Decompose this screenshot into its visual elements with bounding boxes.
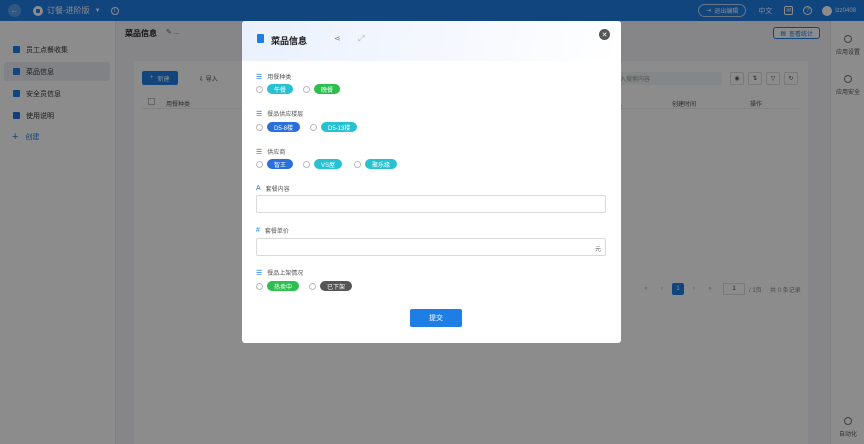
radio-button[interactable]: [256, 85, 263, 93]
dialog-header: 菜品信息 ⋖ ⤢: [242, 21, 621, 61]
share-icon[interactable]: ⋖: [334, 34, 341, 43]
radio-button[interactable]: [310, 123, 317, 131]
option-tag: VS屋: [314, 159, 343, 169]
radio-button[interactable]: [303, 160, 310, 168]
single-select-icon: ☰: [256, 110, 263, 118]
meal-type-option-dinner[interactable]: 晚餐: [303, 84, 341, 94]
field-label-text: 餐品上架情况: [267, 271, 304, 277]
listing-status-option-off-shelf[interactable]: 已下架: [309, 281, 353, 291]
single-select-icon: ☰: [256, 269, 263, 277]
radio-button[interactable]: [256, 282, 263, 290]
expand-icon[interactable]: ⤢: [358, 34, 364, 44]
text-icon: A: [256, 185, 261, 192]
option-tag: 聚乐缘: [365, 159, 398, 169]
supplier-option-1[interactable]: 智王: [256, 159, 294, 169]
option-tag: 智王: [267, 159, 294, 169]
listing-status-option-on-sale[interactable]: 热卖中: [256, 281, 300, 291]
package-content-label: A 套餐内容: [256, 184, 290, 193]
option-tag: D5-13楼: [321, 122, 358, 132]
supplier-label: ☰ 供应商: [256, 147, 286, 157]
supplier-option-3[interactable]: 聚乐缘: [354, 159, 398, 169]
supplier-floor-option-13[interactable]: D5-13楼: [310, 122, 358, 132]
supplier-floor-option-8[interactable]: D5-8楼: [256, 122, 301, 132]
field-label-text: 用餐种类: [267, 75, 292, 81]
option-tag: D5-8楼: [267, 122, 301, 132]
dish-info-dialog: 菜品信息 ⋖ ⤢ ✕ ☰ 用餐种类 午餐 晚餐 ☰ 餐品供应楼层 D5-8楼 D…: [242, 21, 621, 343]
option-tag: 热卖中: [267, 281, 300, 291]
option-tag: 已下架: [320, 281, 353, 291]
field-label-text: 餐品供应楼层: [267, 112, 304, 118]
radio-button[interactable]: [256, 123, 263, 131]
number-icon: #: [256, 227, 260, 234]
single-select-icon: ☰: [256, 73, 263, 81]
meal-type-label: ☰ 用餐种类: [256, 72, 292, 82]
supplier-option-2[interactable]: VS屋: [303, 159, 343, 169]
dialog-title: 菜品信息: [271, 36, 308, 46]
radio-button[interactable]: [303, 85, 310, 93]
meal-type-option-lunch[interactable]: 午餐: [256, 84, 294, 94]
field-label-text: 套餐单价: [264, 229, 289, 235]
package-price-input[interactable]: 元: [256, 238, 606, 256]
radio-button[interactable]: [256, 160, 263, 168]
close-icon[interactable]: ✕: [599, 29, 610, 40]
option-tag: 午餐: [267, 84, 294, 94]
price-unit: 元: [594, 247, 601, 253]
listing-status-label: ☰ 餐品上架情况: [256, 268, 304, 278]
radio-button[interactable]: [309, 282, 316, 290]
submit-button[interactable]: 提交: [410, 309, 462, 327]
option-tag: 晚餐: [314, 84, 341, 94]
package-content-input[interactable]: [256, 195, 606, 213]
field-label-text: 套餐内容: [265, 187, 290, 193]
single-select-icon: ☰: [256, 148, 263, 156]
field-label-text: 供应商: [267, 150, 286, 156]
supplier-floor-label: ☰ 餐品供应楼层: [256, 109, 304, 119]
radio-button[interactable]: [354, 160, 361, 168]
package-price-label: # 套餐单价: [256, 226, 289, 235]
document-icon: [257, 34, 264, 43]
